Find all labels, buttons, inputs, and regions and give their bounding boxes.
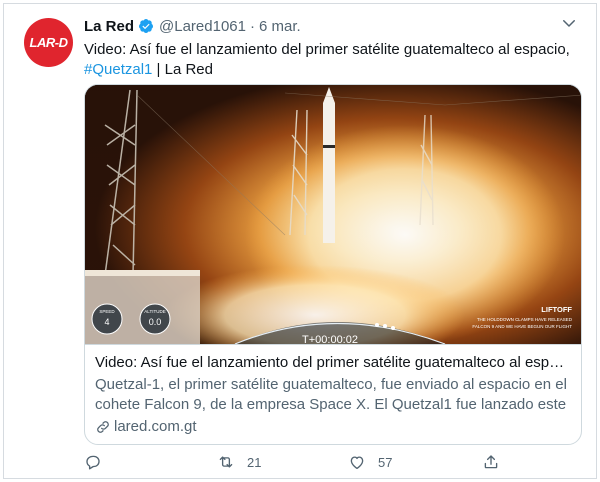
caret-down-icon[interactable] <box>560 14 578 32</box>
reply-icon <box>86 455 100 470</box>
tweet-text: Video: Así fue el lanzamiento del primer… <box>84 40 584 80</box>
share-icon <box>484 455 498 469</box>
tweet-date[interactable]: 6 mar. <box>259 18 301 35</box>
hashtag-link[interactable]: #Quetzal1 <box>84 61 152 78</box>
link-icon <box>97 421 109 433</box>
reply-button[interactable] <box>84 453 114 471</box>
card-body[interactable]: Video: Así fue el lanzamiento del primer… <box>85 344 581 444</box>
altitude-value: 0.0 <box>149 317 162 327</box>
card-domain[interactable]: lared.com.gt <box>95 417 571 437</box>
like-icon <box>350 456 364 470</box>
avatar-logo-text: LAR-D <box>29 35 68 50</box>
author-handle[interactable]: @Lared1061 <box>159 18 246 35</box>
card-description: Quetzal-1, el primer satélite guatemalte… <box>95 376 567 413</box>
avatar-logo: LAR-D <box>30 35 68 50</box>
retweet-icon <box>219 456 233 468</box>
separator-dot: · <box>249 17 255 35</box>
card-image[interactable]: T+00:00:02 SPEED 4 ALTITUDE 0.0 LIFTOFF … <box>85 85 581 344</box>
liftoff-line-2: FALCON 9 AND WE HAVE BEGUN OUR FLIGHT <box>472 324 572 329</box>
rocket-launch-image: T+00:00:02 SPEED 4 ALTITUDE 0.0 LIFTOFF … <box>85 85 581 344</box>
liftoff-line-1: THE HOLDDOWN CLAMPS HAVE RELEASED <box>477 317 573 322</box>
author-name[interactable]: La Red <box>84 18 134 35</box>
liftoff-title: LIFTOFF <box>541 305 572 314</box>
like-button[interactable]: 57 <box>348 453 392 471</box>
speed-label: SPEED <box>99 309 115 314</box>
tweet-header: La Red @Lared1061 · 6 mar. <box>84 16 301 36</box>
tweet-container: LAR-D La Red @Lared1061 · 6 mar. Video: … <box>3 3 597 479</box>
retweet-button[interactable]: 21 <box>217 453 261 471</box>
retweet-count: 21 <box>247 454 262 470</box>
speed-value: 4 <box>104 317 109 327</box>
tweet-text-tail: | La Red <box>152 61 213 78</box>
like-count: 57 <box>378 454 393 470</box>
tweet-text-body: Video: Así fue el lanzamiento del primer… <box>84 41 570 58</box>
link-card[interactable]: T+00:00:02 SPEED 4 ALTITUDE 0.0 LIFTOFF … <box>84 84 582 445</box>
action-bar: 21 57 <box>84 453 514 477</box>
altitude-label: ALTITUDE <box>144 309 165 314</box>
share-button[interactable] <box>482 453 500 471</box>
card-domain-text: lared.com.gt <box>114 418 197 435</box>
card-title[interactable]: Video: Así fue el lanzamiento del primer… <box>95 353 571 373</box>
avatar[interactable]: LAR-D <box>24 18 73 67</box>
verified-icon <box>139 19 154 33</box>
video-timer: T+00:00:02 <box>302 334 358 344</box>
